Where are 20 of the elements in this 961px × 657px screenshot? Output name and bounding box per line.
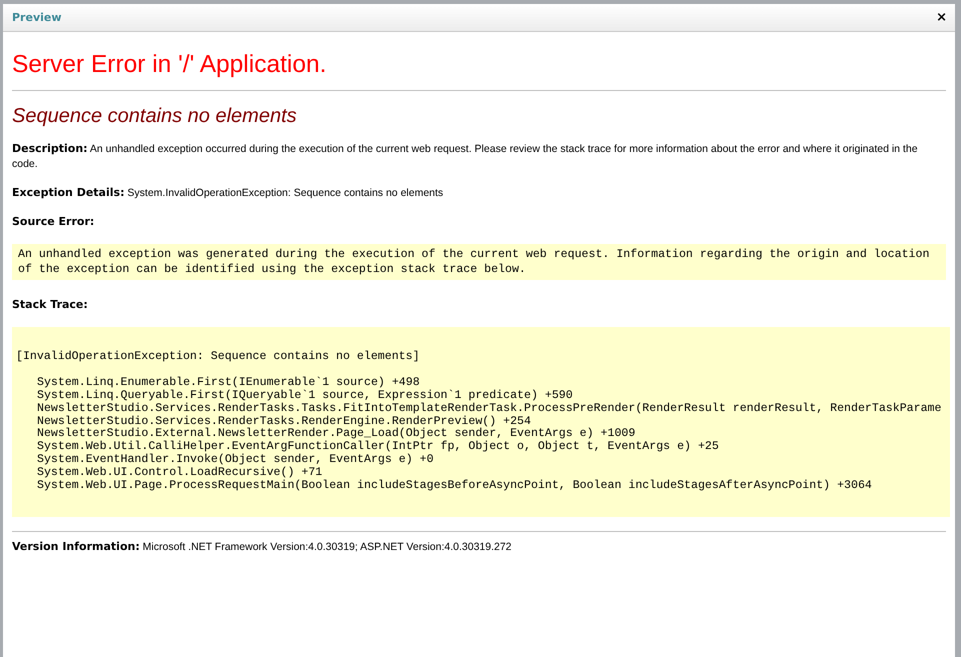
stack-trace-line: System.Web.UI.Page.ProcessRequestMain(Boolean includeStagesBeforeAsyncPoint, Boolean includeStagesAfterAsyncPoint) +3064 xyxy=(36,480,873,493)
page-title: Server Error in '/' Application. xyxy=(12,51,328,79)
stack-trace-line: System.Web.UI.Control.LoadRecursive() +71 xyxy=(36,467,324,480)
stack-trace-line: NewsletterStudio.Services.RenderTasks.RenderEngine.RenderPreview() +254 xyxy=(36,416,532,428)
source-error-text: An unhandled exception was generated during the execution of the current web request. Information regarding the origin and location of the exception can be identified using the exception stack trace below. xyxy=(18,247,930,277)
error-message: Sequence contains no elements xyxy=(12,105,298,128)
stack-trace-line: System.EventHandler.Invoke(Object sender, EventArgs e) +0 xyxy=(36,454,435,466)
stack-trace-line: [InvalidOperationException: Sequence contains no elements] xyxy=(16,351,421,364)
window-title: Preview xyxy=(12,11,62,24)
version-information-text: Version Information: Microsoft .NET Framework Version:4.0.30319; ASP.NET Version:4.0.30319.272 xyxy=(12,540,513,555)
stack-trace-line: System.Linq.Queryable.First(IQueryable`1 source, Expression`1 predicate) +590 xyxy=(36,390,574,402)
exception-details-text: Exception Details: System.InvalidOperationException: Sequence contains no elements xyxy=(12,186,444,201)
stack-trace-line: System.Web.Util.CalliHelper.EventArgFunctionCaller(IntPtr fp, Object o, Object t, EventArgs e) +25 xyxy=(36,441,720,454)
source-error-label: Source Error: xyxy=(12,215,96,228)
close-button[interactable]: × xyxy=(936,10,947,25)
stack-trace-line: System.Linq.Enumerable.First(IEnumerable`1 source) +498 xyxy=(36,376,421,390)
stack-trace-line: NewsletterStudio.External.NewsletterRender.Page_Load(Object sender, EventArgs e) +1009 xyxy=(36,428,636,440)
stack-trace-line: NewsletterStudio.Services.RenderTasks.Tasks.FitIntoTemplateRenderTask.ProcessPreRender(RenderResult renderResult, RenderTaskParame xyxy=(36,402,942,416)
stack-trace-label: Stack Trace: xyxy=(12,298,89,311)
description-text: Description: An unhandled exception occurred during the execution of the current web request. Please review the stack trace for more information about the error and where it originated in the code. xyxy=(12,142,919,172)
